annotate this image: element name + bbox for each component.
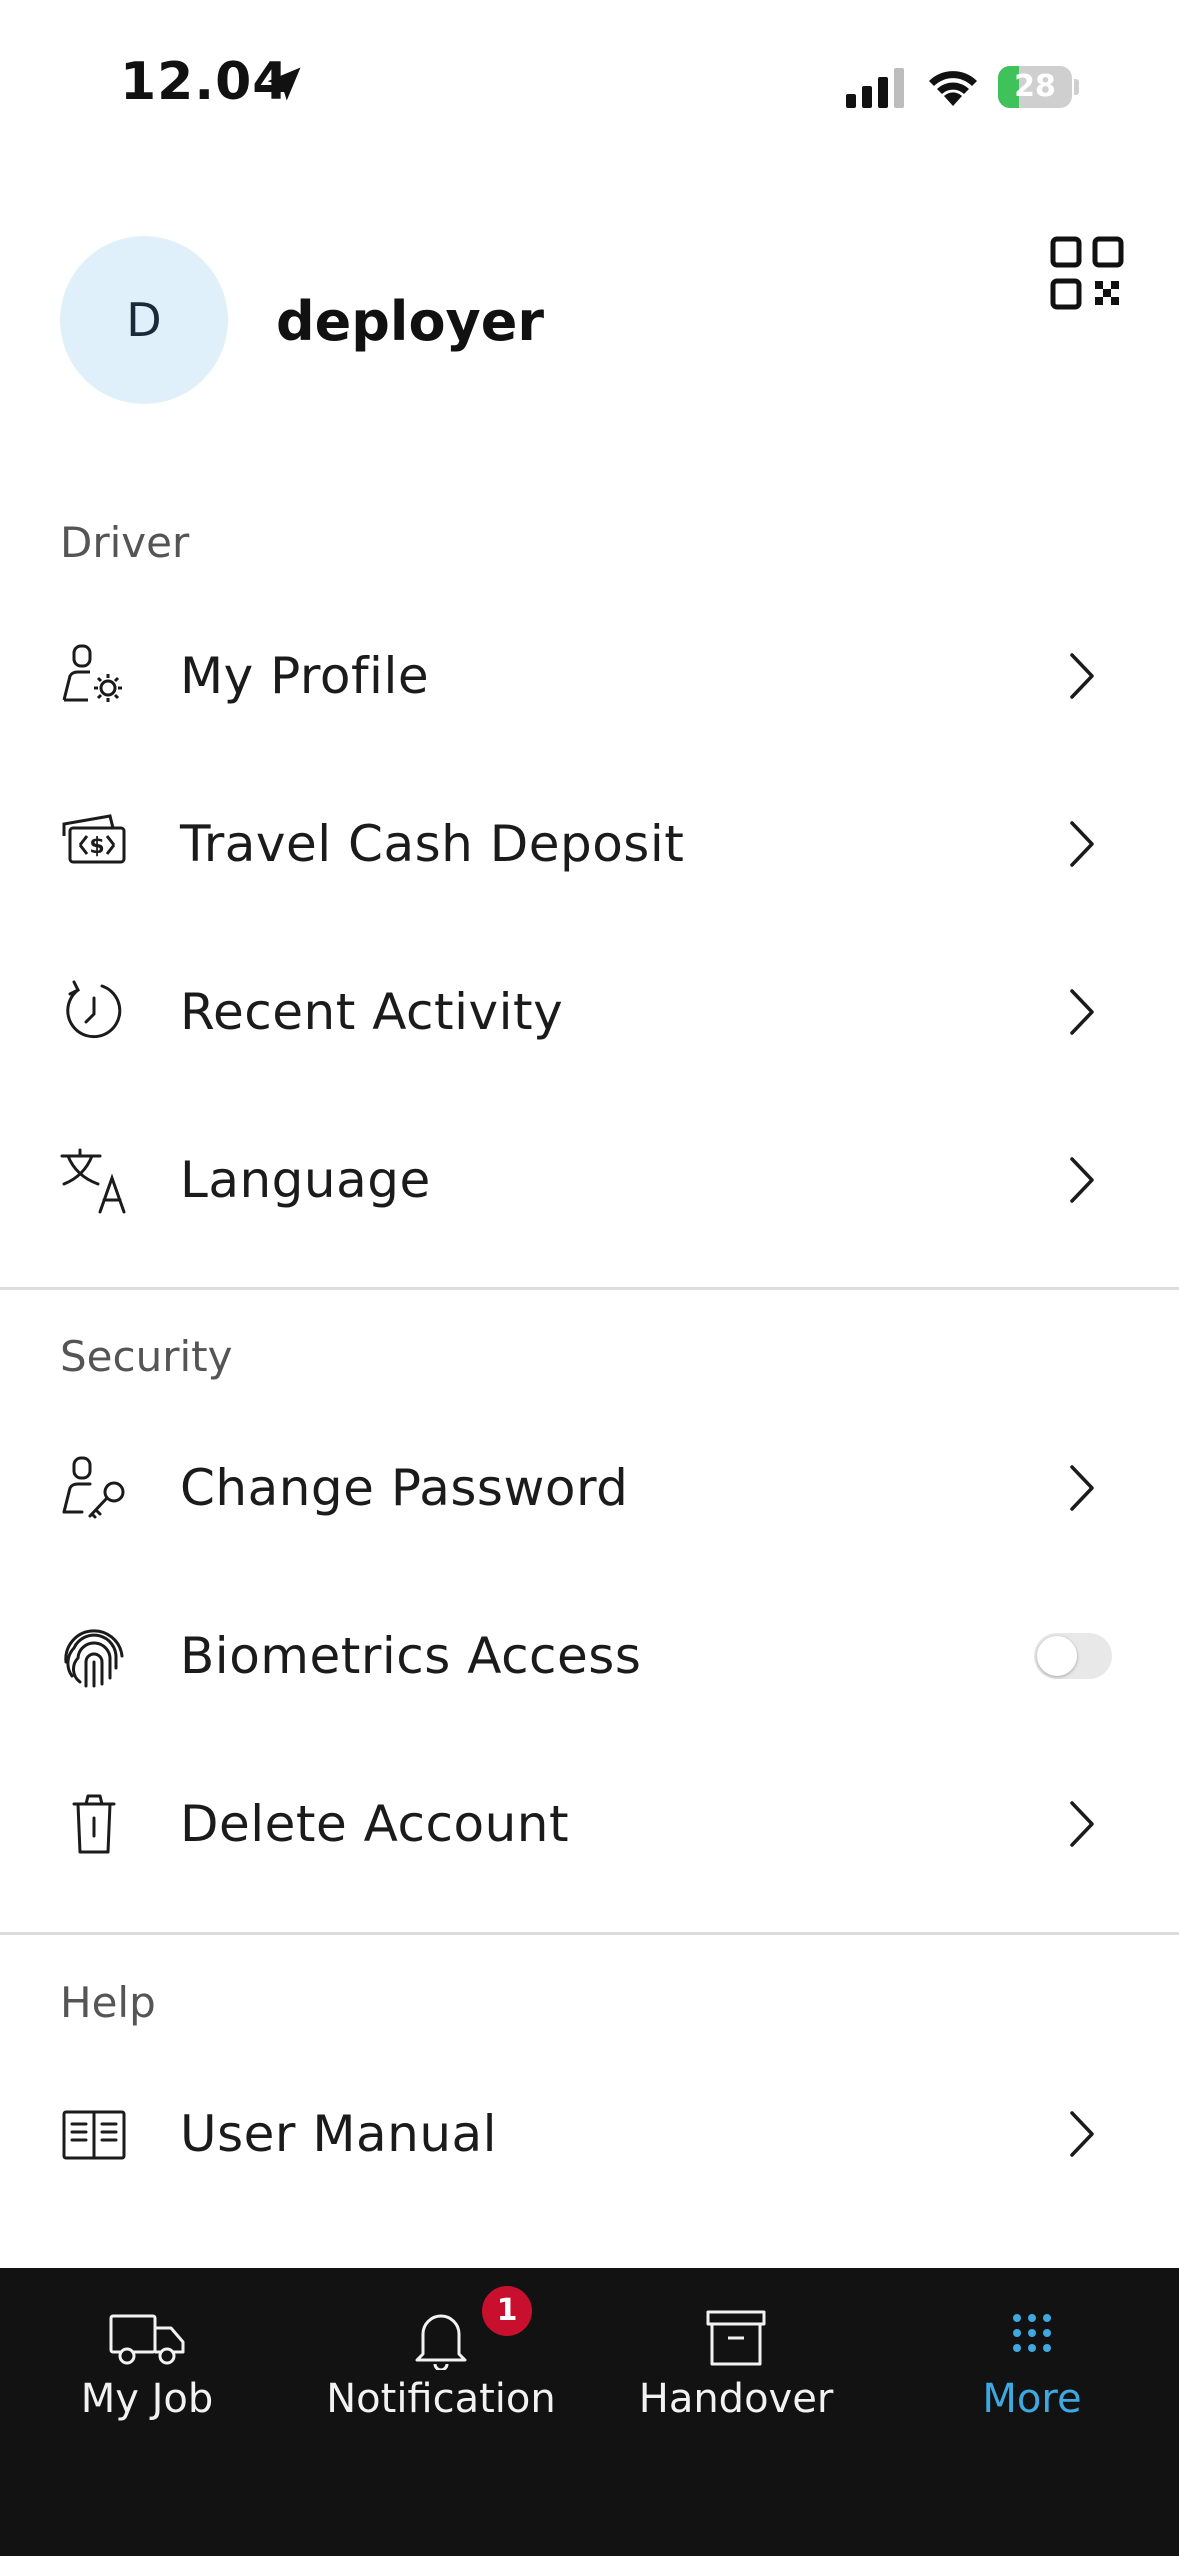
nav-item-more[interactable]: More (885, 2268, 1179, 2468)
menu-item-label: Change Password (180, 1459, 629, 1517)
translate-icon (60, 1148, 126, 1214)
location-arrow-icon (267, 67, 301, 101)
trash-icon (72, 1794, 116, 1854)
status-bar: 12.04 28 (0, 0, 1179, 170)
nav-item-my-job[interactable]: My Job (0, 2268, 294, 2468)
user-key-icon (62, 1456, 125, 1519)
menu-item-biometrics-access[interactable]: Biometrics Access (0, 1572, 1179, 1740)
truck-icon (109, 2314, 185, 2365)
chevron-right-icon (1070, 1157, 1094, 1203)
user-gear-icon (62, 644, 122, 702)
menu-item-recent-activity[interactable]: Recent Activity (0, 928, 1179, 1096)
bell-icon (415, 2314, 467, 2370)
svg-text:$: $ (89, 834, 104, 859)
menu-item-label: Travel Cash Deposit (180, 815, 685, 873)
nav-label: More (982, 2376, 1082, 2422)
chevron-right-icon (1070, 653, 1094, 699)
nav-label: My Job (80, 2376, 214, 2422)
section-title-driver: Driver (60, 518, 190, 567)
menu-item-my-profile[interactable]: My Profile (0, 592, 1179, 760)
menu-item-change-password[interactable]: Change Password (0, 1404, 1179, 1572)
menu-item-label: Delete Account (180, 1795, 570, 1853)
menu-item-label: My Profile (180, 647, 430, 705)
menu-item-delete-account[interactable]: Delete Account (0, 1740, 1179, 1908)
chevron-right-icon (1070, 1801, 1094, 1847)
grid-dots-icon (1013, 2314, 1051, 2352)
nav-label: Handover (638, 2376, 834, 2422)
avatar[interactable]: D (60, 236, 228, 404)
history-icon (66, 980, 122, 1039)
nav-label: Notification (326, 2376, 556, 2422)
section-divider (0, 1287, 1179, 1290)
toggle-knob (1037, 1636, 1077, 1676)
chevron-right-icon (1070, 989, 1094, 1035)
menu-item-label: Language (180, 1151, 431, 1209)
notification-badge: 1 (482, 2286, 532, 2336)
fingerprint-icon (64, 1629, 124, 1688)
menu-item-language[interactable]: Language (0, 1096, 1179, 1264)
battery-level: 28 (1014, 69, 1056, 104)
signal-icon (846, 68, 904, 108)
section-divider (0, 1932, 1179, 1935)
menu-item-user-manual[interactable]: User Manual (0, 2050, 1179, 2218)
username: deployer (276, 290, 544, 353)
nav-item-handover[interactable]: Handover (589, 2268, 883, 2468)
chevron-right-icon (1070, 1465, 1094, 1511)
bottom-nav: My Job 1 Notification Handover More (0, 2268, 1179, 2556)
biometrics-toggle[interactable] (1034, 1633, 1112, 1679)
menu-item-label: Recent Activity (180, 983, 564, 1041)
section-title-help: Help (60, 1978, 156, 2027)
avatar-initial: D (126, 293, 162, 347)
battery-charging-icon: 28 (998, 66, 1079, 108)
section-title-security: Security (60, 1332, 233, 1381)
book-icon (62, 2110, 126, 2160)
battery-cap (1074, 79, 1079, 95)
archive-box-icon (706, 2310, 766, 2366)
menu-item-label: Biometrics Access (180, 1627, 642, 1685)
wifi-icon (929, 71, 977, 106)
qr-code-icon[interactable] (1050, 236, 1124, 310)
chevron-right-icon (1070, 821, 1094, 867)
nav-item-notification[interactable]: 1 Notification (294, 2268, 588, 2468)
cash-icon: $ (62, 814, 126, 864)
chevron-right-icon (1070, 2111, 1094, 2157)
menu-item-travel-cash-deposit[interactable]: $ Travel Cash Deposit (0, 760, 1179, 928)
battery-body: 28 (998, 66, 1072, 108)
menu-item-label: User Manual (180, 2105, 498, 2163)
